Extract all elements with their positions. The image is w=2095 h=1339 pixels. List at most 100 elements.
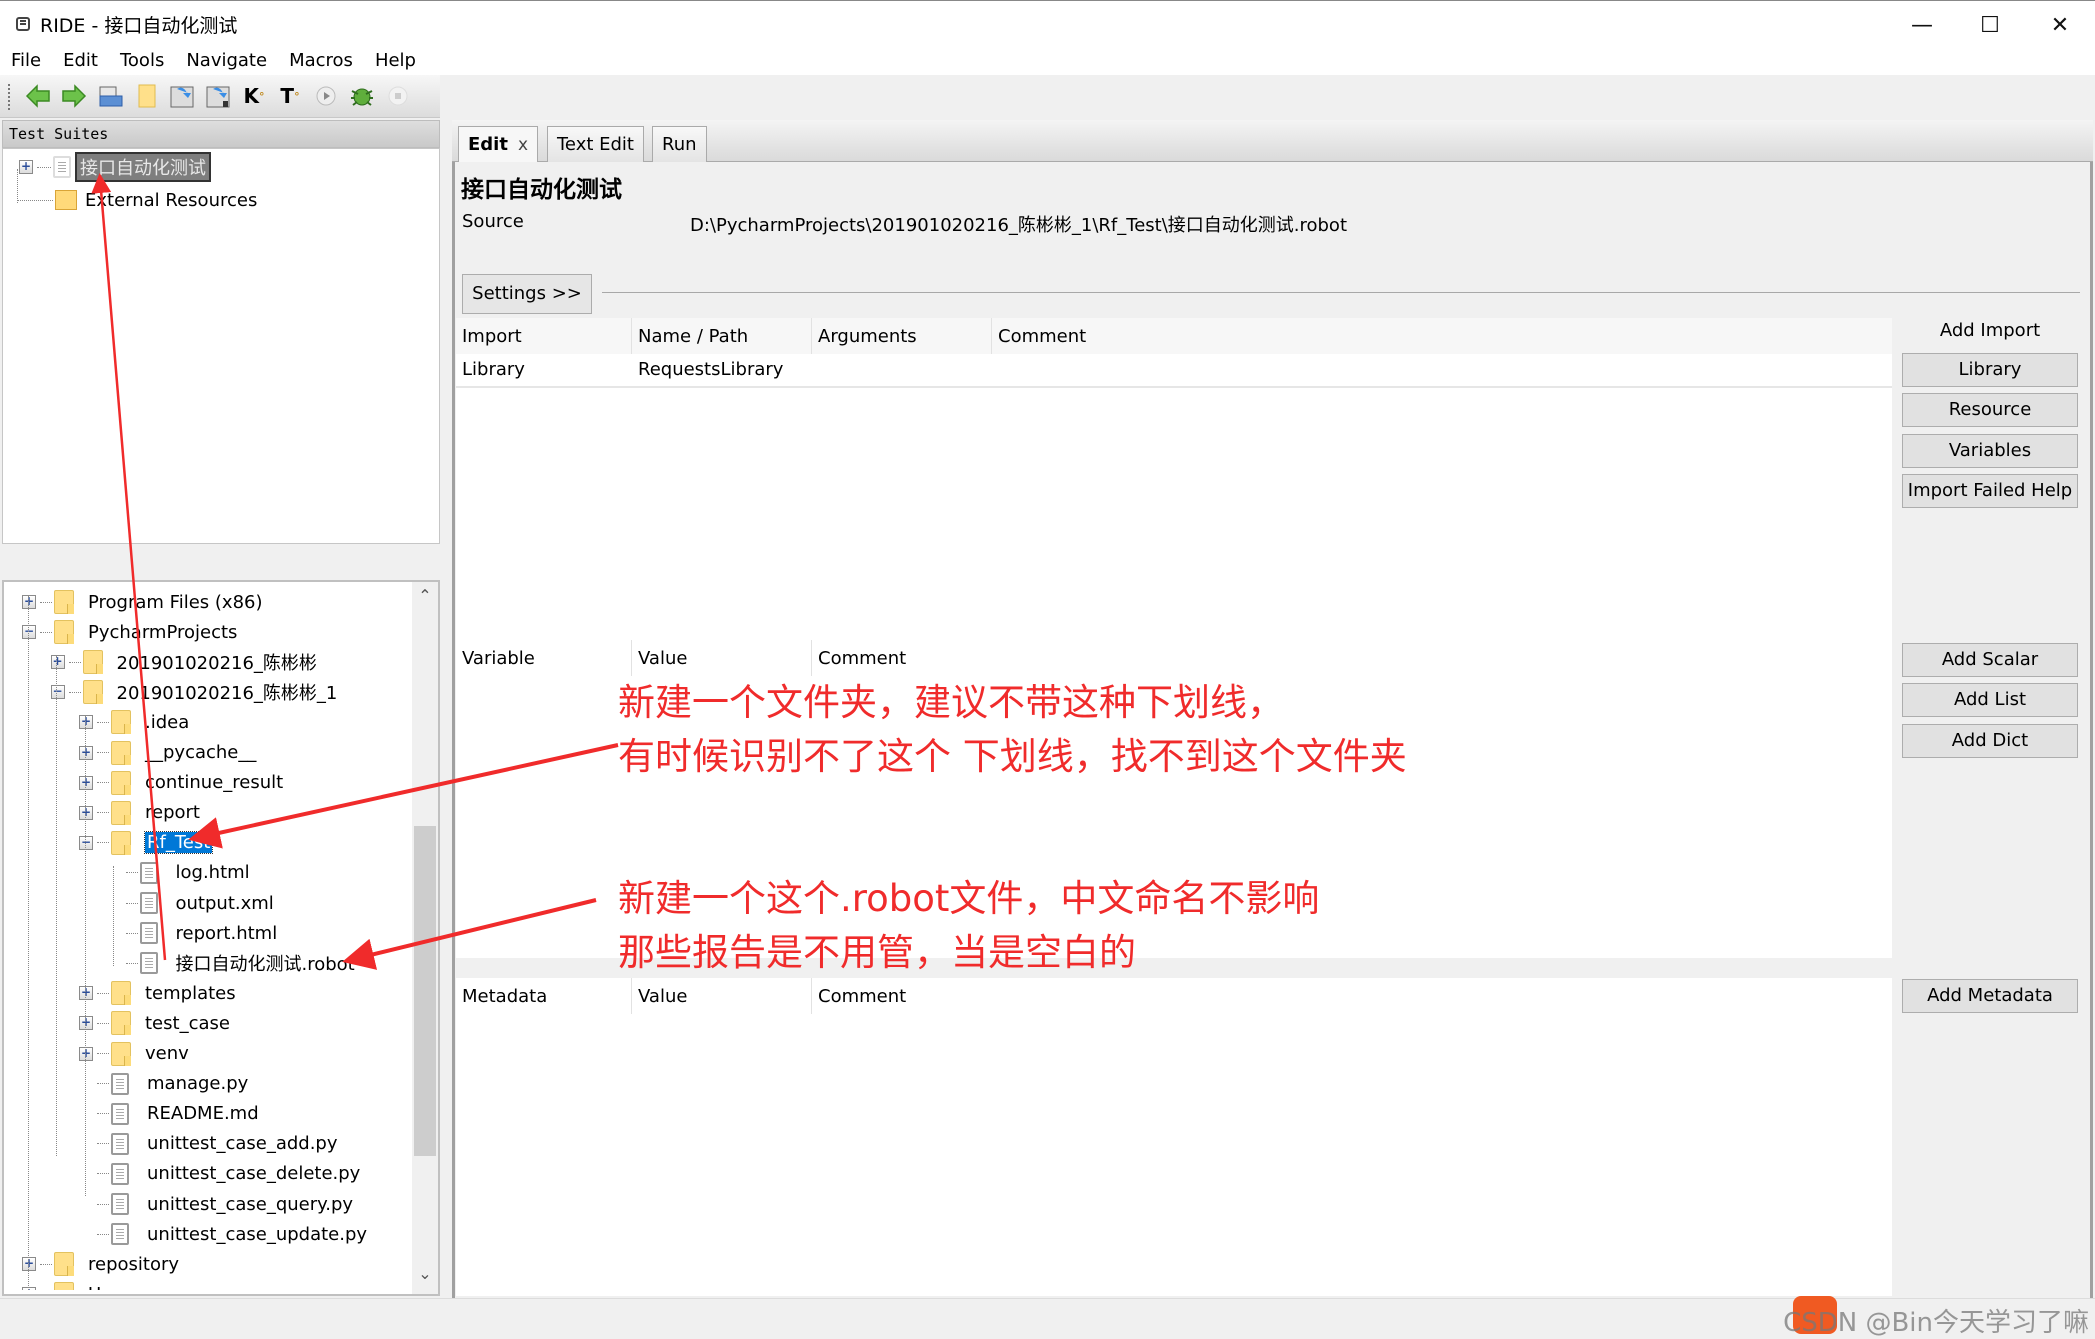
minimize-button[interactable]: — [1887,1,1957,49]
open-icon[interactable] [96,82,124,110]
menu-edit[interactable]: Edit [52,48,109,75]
folder-node[interactable]: + Program Files (x86) [22,587,263,617]
back-arrow-icon[interactable] [24,82,52,110]
menu-file[interactable]: File [0,48,52,75]
menu-macros[interactable]: Macros [278,48,364,75]
collapse-icon[interactable]: − [50,685,65,700]
node-label[interactable]: __pycache__ [145,742,256,763]
expand-icon[interactable]: + [22,1287,36,1290]
folder-node[interactable]: + report [79,798,200,828]
node-label[interactable]: output.xml [176,893,274,914]
node-label[interactable]: venv [145,1043,189,1064]
file-node[interactable]: README.md [79,1099,259,1129]
folder-node[interactable]: + repository [22,1249,179,1279]
folder-node[interactable]: + .idea [79,707,189,737]
node-label[interactable]: PycharmProjects [88,622,237,643]
node-label[interactable]: Users [88,1284,138,1290]
tree-node-suite[interactable]: + 接口自动化测试 [19,152,211,182]
add-resource-button[interactable]: Resource [1902,393,2078,427]
node-label[interactable]: 201901020216_陈彬彬_1 [117,679,338,705]
node-label[interactable]: 201901020216_陈彬彬 [117,649,317,675]
expand-icon[interactable]: + [79,715,93,730]
metadata-table[interactable]: Metadata Value Comment [456,978,1892,1296]
settings-toggle-button[interactable]: Settings >> [462,274,592,314]
file-node[interactable]: manage.py [79,1069,248,1099]
expand-icon[interactable]: + [19,160,33,174]
scroll-thumb[interactable] [414,826,436,1156]
search-tests-icon[interactable]: T ° [276,82,304,110]
folder-node[interactable]: + test_case [79,1008,230,1038]
debug-icon[interactable] [348,82,376,110]
maximize-button[interactable]: ☐ [1955,1,2025,49]
folder-node[interactable]: − Rf_Test [79,828,214,858]
node-label[interactable]: unittest_case_update.py [147,1224,367,1245]
node-label[interactable]: report [145,802,200,823]
node-label[interactable]: report.html [176,923,278,944]
expand-icon[interactable]: + [79,805,93,820]
tab-text-edit[interactable]: Text Edit [547,126,644,162]
folder-node[interactable]: + continue_result [79,768,283,798]
import-type-cell[interactable]: Library [456,359,525,380]
file-node[interactable]: output.xml [108,888,274,918]
file-node[interactable]: log.html [108,858,250,888]
node-label[interactable]: log.html [176,862,250,883]
folder-node[interactable]: + venv [79,1039,189,1069]
file-node[interactable]: unittest_case_add.py [79,1129,338,1159]
expand-icon[interactable]: + [22,595,36,609]
scroll-up-icon[interactable]: ⌃ [412,582,438,612]
node-label[interactable]: .idea [145,712,189,733]
expand-icon[interactable]: + [79,775,93,790]
node-label[interactable]: test_case [145,1013,230,1034]
add-list-button[interactable]: Add List [1902,683,2078,717]
expand-icon[interactable]: + [50,655,65,670]
save-all-icon[interactable] [204,82,232,110]
import-name-cell[interactable]: RequestsLibrary [632,359,783,380]
expand-icon[interactable]: + [79,1046,93,1061]
add-metadata-button[interactable]: Add Metadata [1902,979,2078,1013]
node-label[interactable]: unittest_case_delete.py [147,1163,360,1184]
add-scalar-button[interactable]: Add Scalar [1902,643,2078,677]
collapse-icon[interactable]: − [79,835,93,850]
menu-navigate[interactable]: Navigate [175,48,278,75]
menu-tools[interactable]: Tools [109,48,175,75]
tab-close-icon[interactable]: x [518,135,528,155]
folder-node[interactable]: − 201901020216_陈彬彬_1 [50,677,338,707]
folder-node[interactable]: − PycharmProjects [22,617,237,647]
collapse-icon[interactable]: − [22,625,36,640]
expand-icon[interactable]: + [22,1257,36,1272]
scroll-down-icon[interactable]: ⌄ [412,1264,438,1294]
node-label[interactable]: Program Files (x86) [88,592,263,613]
folder-node[interactable]: +201901020216_陈彬彬 [50,647,317,677]
folder-node[interactable]: + Users [22,1279,138,1290]
suite-label[interactable]: 接口自动化测试 [75,152,211,182]
files-scrollbar[interactable]: ⌃ ⌄ [412,582,438,1294]
tab-run[interactable]: Run [652,126,707,162]
node-label[interactable]: repository [88,1254,179,1275]
node-label[interactable]: templates [145,983,236,1004]
node-label[interactable]: unittest_case_add.py [147,1133,338,1154]
run-icon[interactable] [312,82,340,110]
node-label[interactable]: Rf_Test [143,831,214,855]
stop-icon[interactable] [384,82,412,110]
import-failed-help-button[interactable]: Import Failed Help [1902,474,2078,508]
expand-icon[interactable]: + [79,986,93,1001]
forward-arrow-icon[interactable] [60,82,88,110]
add-library-button[interactable]: Library [1902,353,2078,387]
file-node[interactable]: report.html [108,918,278,948]
add-variables-button[interactable]: Variables [1902,434,2078,468]
expand-icon[interactable]: + [79,1016,93,1031]
save-icon[interactable] [168,82,196,110]
menu-help[interactable]: Help [364,48,427,75]
expand-icon[interactable]: + [79,745,93,760]
file-node[interactable]: unittest_case_query.py [79,1189,353,1219]
folder-node[interactable]: + __pycache__ [79,738,256,768]
node-label[interactable]: 接口自动化测试.robot [176,950,355,976]
node-label[interactable]: continue_result [145,772,283,793]
node-label[interactable]: manage.py [147,1073,248,1094]
tab-edit[interactable]: Edit x [458,126,539,164]
file-node[interactable]: unittest_case_update.py [79,1219,367,1249]
tree-node-external-resources[interactable]: External Resources [17,185,257,215]
folder-node[interactable]: + templates [79,978,236,1008]
toolbar-grip[interactable] [8,84,12,110]
file-node[interactable]: unittest_case_delete.py [79,1159,360,1189]
